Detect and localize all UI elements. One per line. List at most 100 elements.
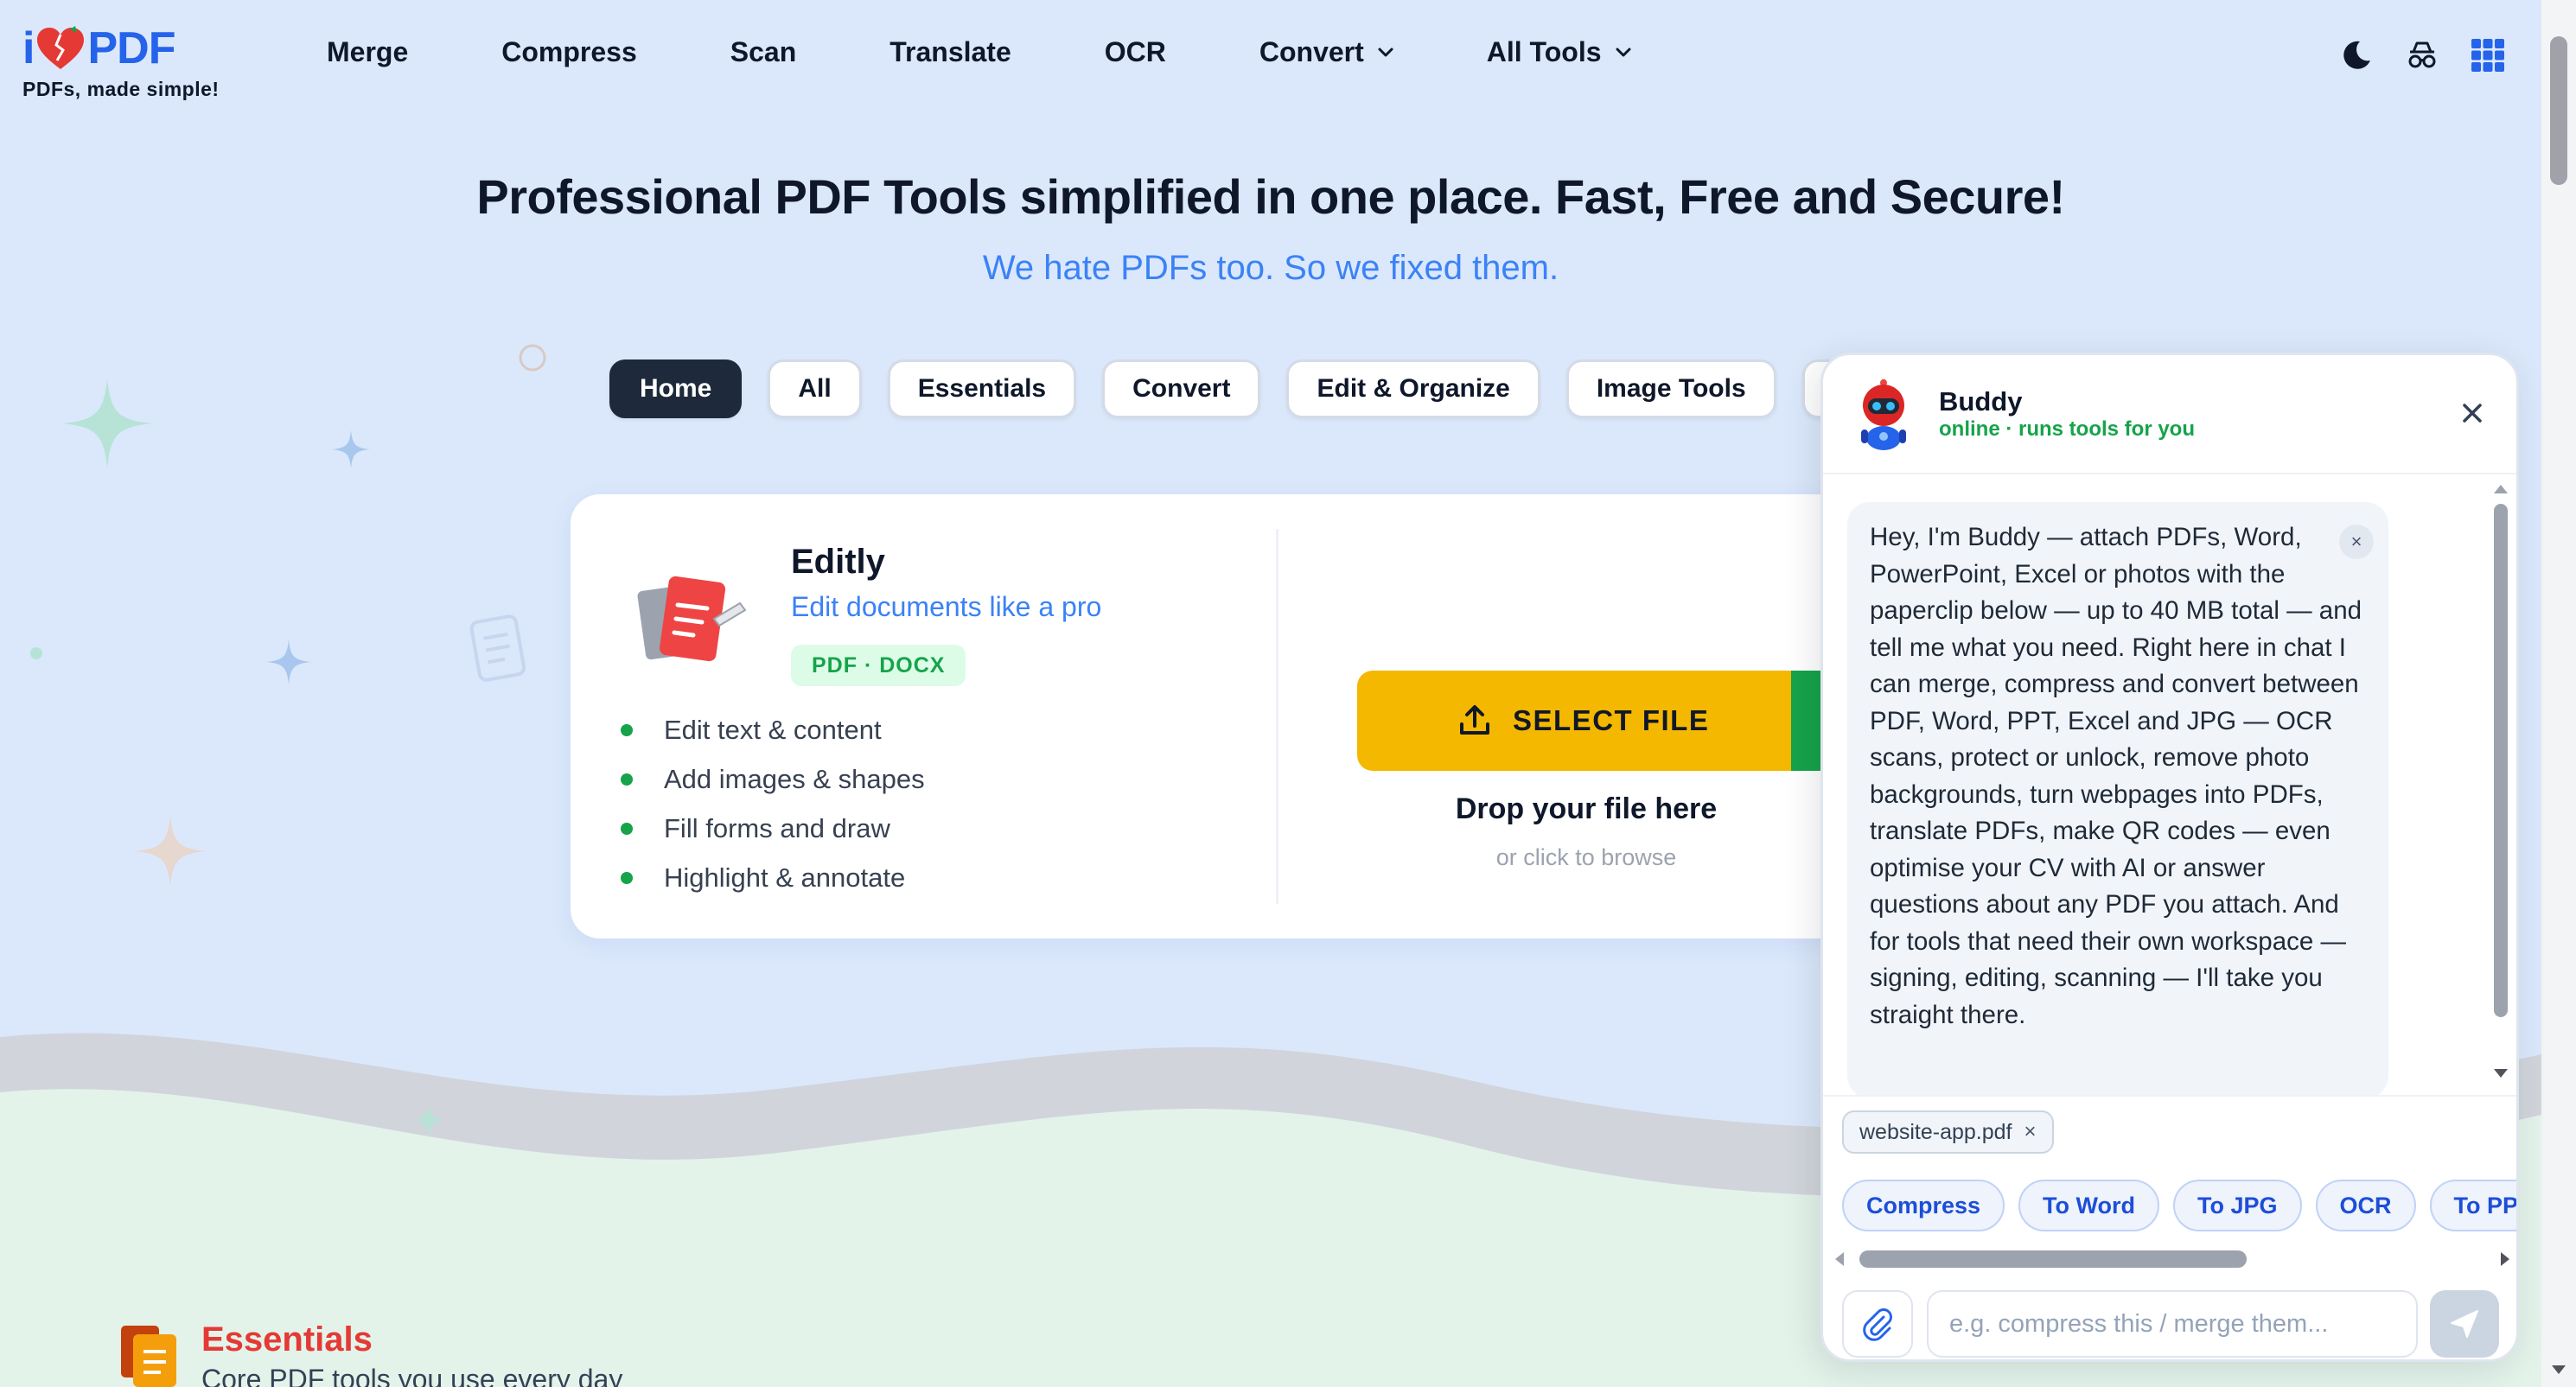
select-file-label: SELECT FILE [1513, 704, 1710, 736]
card-divider [1276, 529, 1278, 904]
chat-scrollbar[interactable] [2492, 485, 2509, 1081]
tab-convert[interactable]: Convert [1102, 359, 1261, 418]
sparkle-icon [62, 379, 152, 468]
upload-icon [1460, 705, 1489, 735]
essentials-folder-icon [121, 1326, 176, 1387]
scroll-left-arrow-icon[interactable] [1835, 1252, 1844, 1266]
featured-tool-card: Editly Edit documents like a pro PDF · D… [571, 494, 1893, 938]
page-scrollbar-thumb[interactable] [2550, 36, 2567, 185]
attachment-filename: website-app.pdf [1859, 1119, 2012, 1144]
sparkle-icon [332, 430, 370, 468]
top-header: i PDF PDFs, made simple! Merge Compress … [0, 0, 2541, 121]
logo-tagline: PDFs, made simple! [22, 78, 220, 100]
feature-label: Highlight & annotate [664, 862, 906, 893]
attach-file-button[interactable] [1842, 1290, 1913, 1358]
header-actions [2339, 38, 2505, 73]
remove-attachment-icon[interactable]: × [2024, 1120, 2037, 1144]
main-nav: Merge Compress Scan Translate OCR Conver… [327, 36, 1631, 68]
assistant-chat-panel: Buddy online · runs tools for you × Hey,… [1820, 353, 2519, 1362]
tool-name: Editly [791, 543, 885, 581]
feature-item: Add images & shapes [621, 754, 925, 804]
essentials-subtitle: Core PDF tools you use every day [201, 1364, 623, 1387]
nav-ocr[interactable]: OCR [1105, 36, 1166, 68]
chevron-down-icon [1616, 48, 1630, 56]
circle-icon [519, 344, 546, 372]
chat-header: Buddy online · runs tools for you [1823, 355, 2516, 474]
nav-scan[interactable]: Scan [730, 36, 796, 68]
quick-action-ocr[interactable]: OCR [2315, 1180, 2416, 1231]
quick-action-compress[interactable]: Compress [1842, 1180, 2005, 1231]
hero-title: Professional PDF Tools simplified in one… [476, 169, 2065, 224]
page-scrollbar[interactable] [2541, 0, 2576, 1387]
robot-avatar-icon [1861, 379, 1906, 450]
apps-grid-icon[interactable] [2471, 38, 2505, 73]
chat-messages[interactable]: × Hey, I'm Buddy — attach PDFs, Word, Po… [1823, 476, 2516, 1098]
logo-letter-i: i [22, 23, 35, 73]
feature-item: Fill forms and draw [621, 804, 925, 853]
quick-actions: Compress To Word To JPG OCR To PPT [1842, 1180, 2516, 1231]
quick-actions-scrollbar[interactable] [1835, 1249, 2509, 1269]
document-icon [469, 614, 526, 682]
category-tabs: Home All Essentials Convert Edit & Organ… [609, 359, 1889, 418]
feature-label: Edit text & content [664, 714, 882, 745]
chat-scrollbar-thumb[interactable] [2494, 504, 2508, 1017]
feature-item: Edit text & content [621, 705, 925, 754]
broken-heart-icon [37, 26, 85, 69]
bullet-icon [621, 822, 633, 835]
tab-edit-organize[interactable]: Edit & Organize [1286, 359, 1540, 418]
nav-translate[interactable]: Translate [889, 36, 1011, 68]
scroll-down-arrow-icon[interactable] [2494, 1069, 2508, 1078]
paperclip-icon [1863, 1308, 1892, 1341]
assistant-message-bubble: × Hey, I'm Buddy — attach PDFs, Word, Po… [1847, 502, 2388, 1098]
quick-action-to-word[interactable]: To Word [2018, 1180, 2160, 1231]
hero-subtitle: We hate PDFs too. So we fixed them. [982, 249, 1559, 287]
sparkle-icon [135, 816, 206, 887]
feature-item: Highlight & annotate [621, 853, 925, 902]
nav-all-tools-label: All Tools [1486, 36, 1602, 67]
close-icon[interactable] [2459, 400, 2485, 426]
feature-label: Add images & shapes [664, 763, 925, 794]
tab-all[interactable]: All [768, 359, 862, 418]
quick-action-to-jpg[interactable]: To JPG [2173, 1180, 2302, 1231]
assistant-status: online · runs tools for you [1939, 417, 2195, 441]
nav-convert-label: Convert [1259, 36, 1364, 67]
tool-description: Edit documents like a pro [791, 591, 1102, 622]
sparkle-icon [411, 1103, 446, 1137]
quick-actions-scrollbar-thumb[interactable] [1859, 1250, 2247, 1268]
bullet-icon [621, 723, 633, 736]
bullet-icon [621, 773, 633, 786]
nav-convert-dropdown[interactable]: Convert [1259, 36, 1393, 68]
editly-document-icon [637, 576, 747, 662]
assistant-name: Buddy [1939, 386, 2023, 417]
chat-composer: website-app.pdf × Compress To Word To JP… [1823, 1095, 2516, 1359]
nav-compress[interactable]: Compress [501, 36, 637, 68]
format-badge: PDF · DOCX [791, 645, 966, 686]
nav-all-tools-dropdown[interactable]: All Tools [1487, 36, 1631, 68]
scroll-right-arrow-icon[interactable] [2501, 1252, 2509, 1266]
feature-label: Fill forms and draw [664, 812, 890, 843]
logo-wordmark: i PDF [22, 22, 220, 74]
logo-text-pdf: PDF [87, 23, 175, 73]
scroll-up-arrow-icon[interactable] [2494, 485, 2508, 493]
page: i PDF PDFs, made simple! Merge Compress … [0, 0, 2576, 1387]
send-button[interactable] [2430, 1290, 2499, 1358]
dot-icon [30, 647, 42, 659]
chevron-down-icon [1378, 48, 1393, 56]
nav-merge[interactable]: Merge [327, 36, 408, 68]
tab-essentials[interactable]: Essentials [887, 359, 1077, 418]
brand-logo[interactable]: i PDF PDFs, made simple! [22, 22, 220, 101]
tab-image-tools[interactable]: Image Tools [1565, 359, 1776, 418]
drop-zone-title[interactable]: Drop your file here [1349, 792, 1824, 826]
drop-zone-subtitle[interactable]: or click to browse [1349, 844, 1824, 871]
scroll-down-arrow-icon[interactable] [2552, 1365, 2566, 1374]
dismiss-message-icon[interactable]: × [2339, 525, 2374, 559]
message-input[interactable] [1927, 1290, 2418, 1358]
attachment-chip: website-app.pdf × [1842, 1110, 2054, 1154]
incognito-icon[interactable] [2405, 38, 2439, 73]
assistant-message-text: Hey, I'm Buddy — attach PDFs, Word, Powe… [1870, 523, 2362, 1029]
tab-home[interactable]: Home [609, 359, 743, 418]
send-icon [2451, 1310, 2478, 1338]
quick-action-to-ppt[interactable]: To PPT [2429, 1180, 2516, 1231]
feature-list: Edit text & content Add images & shapes … [621, 705, 925, 902]
moon-icon[interactable] [2339, 38, 2374, 73]
